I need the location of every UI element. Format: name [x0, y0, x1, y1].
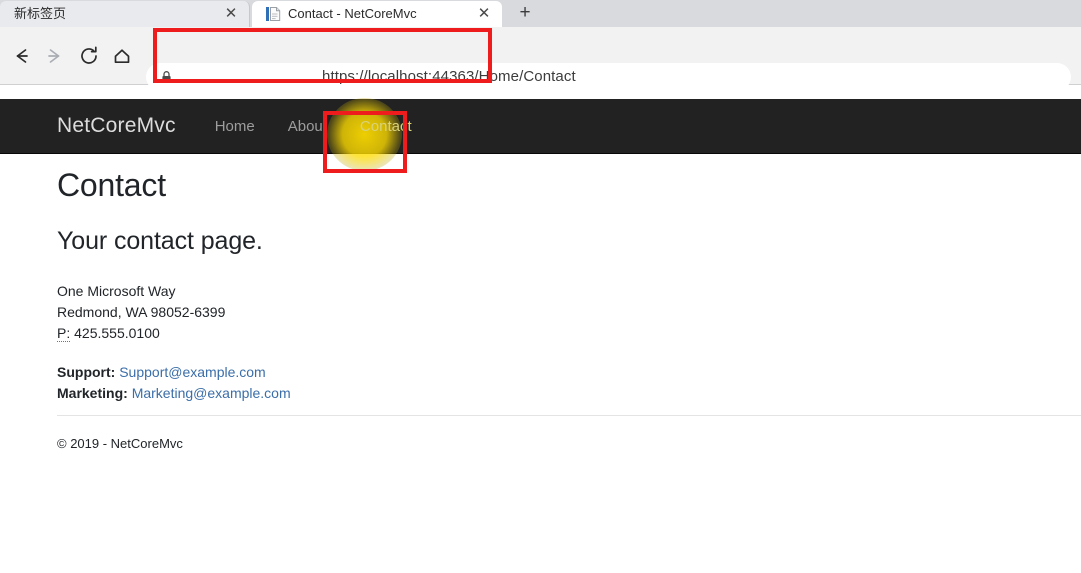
marketing-contact-line: Marketing: Marketing@example.com — [57, 383, 1067, 404]
reload-icon[interactable] — [75, 42, 103, 70]
site-nav-links: Home About Contact — [203, 118, 433, 135]
tab-title: Contact - NetCoreMvc — [288, 6, 417, 21]
footer-divider — [57, 415, 1081, 416]
page-title: Contact — [57, 167, 166, 203]
page-footer: © 2019 - NetCoreMvc — [57, 436, 183, 451]
home-icon[interactable] — [108, 42, 136, 70]
address-block: One Microsoft Way Redmond, WA 98052-6399… — [57, 281, 1067, 344]
marketing-email-link[interactable]: Marketing@example.com — [132, 385, 291, 401]
tab-title: 新标签页 — [14, 6, 67, 21]
new-tab-button[interactable]: + — [511, 2, 539, 26]
phone-number: 425.555.0100 — [74, 324, 160, 341]
site-brand[interactable]: NetCoreMvc — [57, 114, 176, 138]
marketing-label: Marketing: — [57, 384, 128, 401]
navlink-about[interactable]: About — [276, 118, 339, 135]
tab-contact-netcoremvc[interactable]: Contact - NetCoreMvc ✕ — [252, 1, 502, 27]
navlink-contact[interactable]: Contact — [348, 118, 424, 135]
support-label: Support: — [57, 363, 116, 380]
navlink-home[interactable]: Home — [203, 118, 267, 135]
forward-arrow-icon[interactable] — [41, 42, 69, 70]
support-contact-line: Support: Support@example.com — [57, 362, 1067, 383]
site-navbar: NetCoreMvc Home About Contact — [0, 99, 1081, 154]
phone-abbr: P: — [57, 324, 71, 342]
browser-window: 新标签页 ✕ Contact - NetCoreMvc ✕ + https://… — [0, 0, 1081, 573]
address-city-state-zip: Redmond, WA 98052-6399 — [57, 303, 226, 320]
address-street: One Microsoft Way — [57, 282, 176, 299]
lock-icon[interactable] — [160, 70, 173, 84]
browser-toolbar: https://localhost:44363/Home/Contact — [0, 27, 1081, 91]
tab-close-button[interactable]: ✕ — [476, 6, 492, 22]
back-arrow-icon[interactable] — [7, 42, 35, 70]
tab-close-button[interactable]: ✕ — [223, 6, 239, 22]
support-email-link[interactable]: Support@example.com — [119, 364, 266, 380]
address-phone-line: P: 425.555.0100 — [57, 323, 1067, 344]
page-subtitle: Your contact page. — [57, 227, 263, 256]
tab-strip: 新标签页 ✕ Contact - NetCoreMvc ✕ + — [0, 0, 1081, 27]
page-viewport: NetCoreMvc Home About Contact Contact Yo… — [0, 86, 1081, 573]
tab-new-tab-page[interactable]: 新标签页 ✕ — [0, 1, 250, 27]
page-content: Contact Your contact page. One Microsoft… — [57, 167, 1067, 404]
